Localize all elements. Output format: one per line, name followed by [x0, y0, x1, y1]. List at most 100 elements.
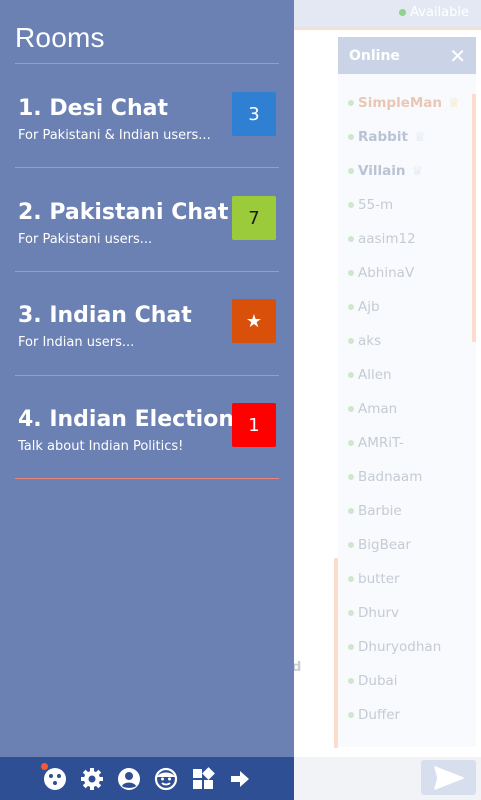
room-user-count-badge: 7	[232, 196, 276, 240]
crown-icon: ♕	[411, 163, 424, 179]
room-item-pakistani-chat[interactable]: 2. Pakistani Chat For Pakistani users...…	[0, 196, 294, 286]
rooms-drawer: Rooms 1. Desi Chat For Pakistani & India…	[0, 0, 294, 757]
online-user-item[interactable]: Dubai	[338, 664, 476, 698]
online-user-name: aasim12	[358, 231, 416, 247]
room-user-count-badge: 1	[232, 403, 276, 447]
online-user-name: butter	[358, 571, 400, 587]
online-users-panel: Online ✕ SimpleMan ♕ Rabbit ♕ Villain ♕ 55-m aa…	[338, 37, 476, 747]
online-user-name: SimpleMan	[358, 95, 443, 111]
online-dot-icon	[348, 270, 354, 276]
nav-profile-button[interactable]	[110, 757, 147, 800]
drawer-title: Rooms	[15, 22, 105, 53]
close-icon[interactable]: ✕	[449, 46, 466, 66]
nav-logout-button[interactable]	[221, 757, 258, 800]
nav-rooms-button[interactable]	[36, 757, 73, 800]
online-panel-header: Online ✕	[338, 37, 476, 74]
online-user-item[interactable]: 55-m	[338, 188, 476, 222]
logout-arrow-icon	[230, 770, 249, 787]
online-user-item[interactable]: Badnaam	[338, 460, 476, 494]
room-item-indian-elections[interactable]: 4. Indian Elections Talk about Indian Po…	[0, 403, 294, 493]
send-icon	[433, 765, 464, 790]
online-user-name: BigBear	[358, 537, 411, 553]
status-dot-icon	[399, 9, 407, 16]
online-user-name: Aman	[358, 401, 398, 417]
online-dot-icon	[348, 134, 354, 140]
online-dot-icon	[348, 372, 354, 378]
online-user-item[interactable]: BigBear	[338, 528, 476, 562]
online-dot-icon	[348, 474, 354, 480]
online-user-item[interactable]: AbhinaV	[338, 256, 476, 290]
room-name: 2. Pakistani Chat	[18, 200, 229, 225]
online-user-name: 55-m	[358, 197, 394, 213]
online-dot-icon	[348, 712, 354, 718]
online-dot-icon	[348, 644, 354, 650]
online-user-list: SimpleMan ♕ Rabbit ♕ Villain ♕ 55-m aasim12 Abhi…	[338, 74, 476, 732]
crown-icon: ♕	[448, 95, 460, 111]
apps-icon	[192, 766, 215, 789]
crown-icon: ♕	[413, 129, 426, 145]
nav-apps-button[interactable]	[184, 757, 221, 800]
online-user-item[interactable]: Allen	[338, 358, 476, 392]
nav-smiley-button[interactable]	[147, 757, 184, 800]
scrollbar[interactable]	[472, 94, 476, 342]
room-item-desi-chat[interactable]: 1. Desi Chat For Pakistani & Indian user…	[0, 92, 294, 182]
panel-edge-stripe	[334, 558, 338, 748]
online-user-item[interactable]: Barbie	[338, 494, 476, 528]
nav-settings-button[interactable]	[73, 757, 110, 800]
online-user-item[interactable]: aks	[338, 324, 476, 358]
online-user-name: Rabbit	[358, 129, 408, 145]
online-user-name: AbhinaV	[358, 265, 415, 281]
online-dot-icon	[348, 610, 354, 616]
online-user-item[interactable]: SimpleMan ♕	[338, 86, 476, 120]
online-user-name: Dubai	[358, 673, 398, 689]
room-user-count-badge: 3	[232, 92, 276, 136]
online-user-name: Duffer	[358, 707, 401, 723]
room-divider	[15, 167, 279, 168]
online-user-item[interactable]: Duffer	[338, 698, 476, 732]
room-description: Talk about Indian Politics!	[18, 439, 184, 454]
smiley-icon	[154, 767, 177, 790]
room-name: 4. Indian Elections	[18, 407, 248, 432]
online-user-name: Barbie	[358, 503, 402, 519]
room-name: 1. Desi Chat	[18, 96, 168, 121]
room-name: 3. Indian Chat	[18, 303, 192, 328]
online-dot-icon	[348, 168, 354, 174]
online-user-name: AMRiT-	[358, 435, 404, 451]
online-user-item[interactable]: butter	[338, 562, 476, 596]
online-user-item[interactable]: Rabbit ♕	[338, 120, 476, 154]
online-user-name: Dhurv	[358, 605, 400, 621]
room-description: For Pakistani users...	[18, 232, 153, 247]
room-divider	[15, 478, 279, 479]
online-user-item[interactable]: Dhuryodhan	[338, 630, 476, 664]
online-user-item[interactable]: Villain ♕	[338, 154, 476, 188]
online-dot-icon	[348, 678, 354, 684]
room-divider	[15, 375, 279, 376]
online-dot-icon	[348, 542, 354, 548]
online-user-name: Allen	[358, 367, 392, 383]
online-dot-icon	[348, 338, 354, 344]
online-user-name: aks	[358, 333, 382, 349]
online-dot-icon	[348, 508, 354, 514]
online-user-name: Badnaam	[358, 469, 423, 485]
online-dot-icon	[348, 576, 354, 582]
title-divider	[15, 63, 279, 64]
online-panel-title: Online	[349, 47, 400, 64]
availability-label: Available	[410, 5, 469, 20]
send-button[interactable]	[421, 760, 476, 795]
settings-icon	[80, 767, 103, 790]
online-user-item[interactable]: AMRiT-	[338, 426, 476, 460]
online-user-item[interactable]: Aman	[338, 392, 476, 426]
online-dot-icon	[348, 440, 354, 446]
online-user-item[interactable]: Dhurv	[338, 596, 476, 630]
online-user-name: Ajb	[358, 299, 380, 315]
availability-status[interactable]: Available	[399, 5, 469, 20]
online-dot-icon	[348, 236, 354, 242]
rooms-icon	[43, 767, 66, 790]
online-user-name: Villain	[358, 163, 406, 179]
online-user-name: Dhuryodhan	[358, 639, 442, 655]
online-dot-icon	[348, 100, 354, 106]
online-dot-icon	[348, 202, 354, 208]
online-user-item[interactable]: Ajb	[338, 290, 476, 324]
profile-icon	[117, 767, 140, 790]
online-user-item[interactable]: aasim12	[338, 222, 476, 256]
